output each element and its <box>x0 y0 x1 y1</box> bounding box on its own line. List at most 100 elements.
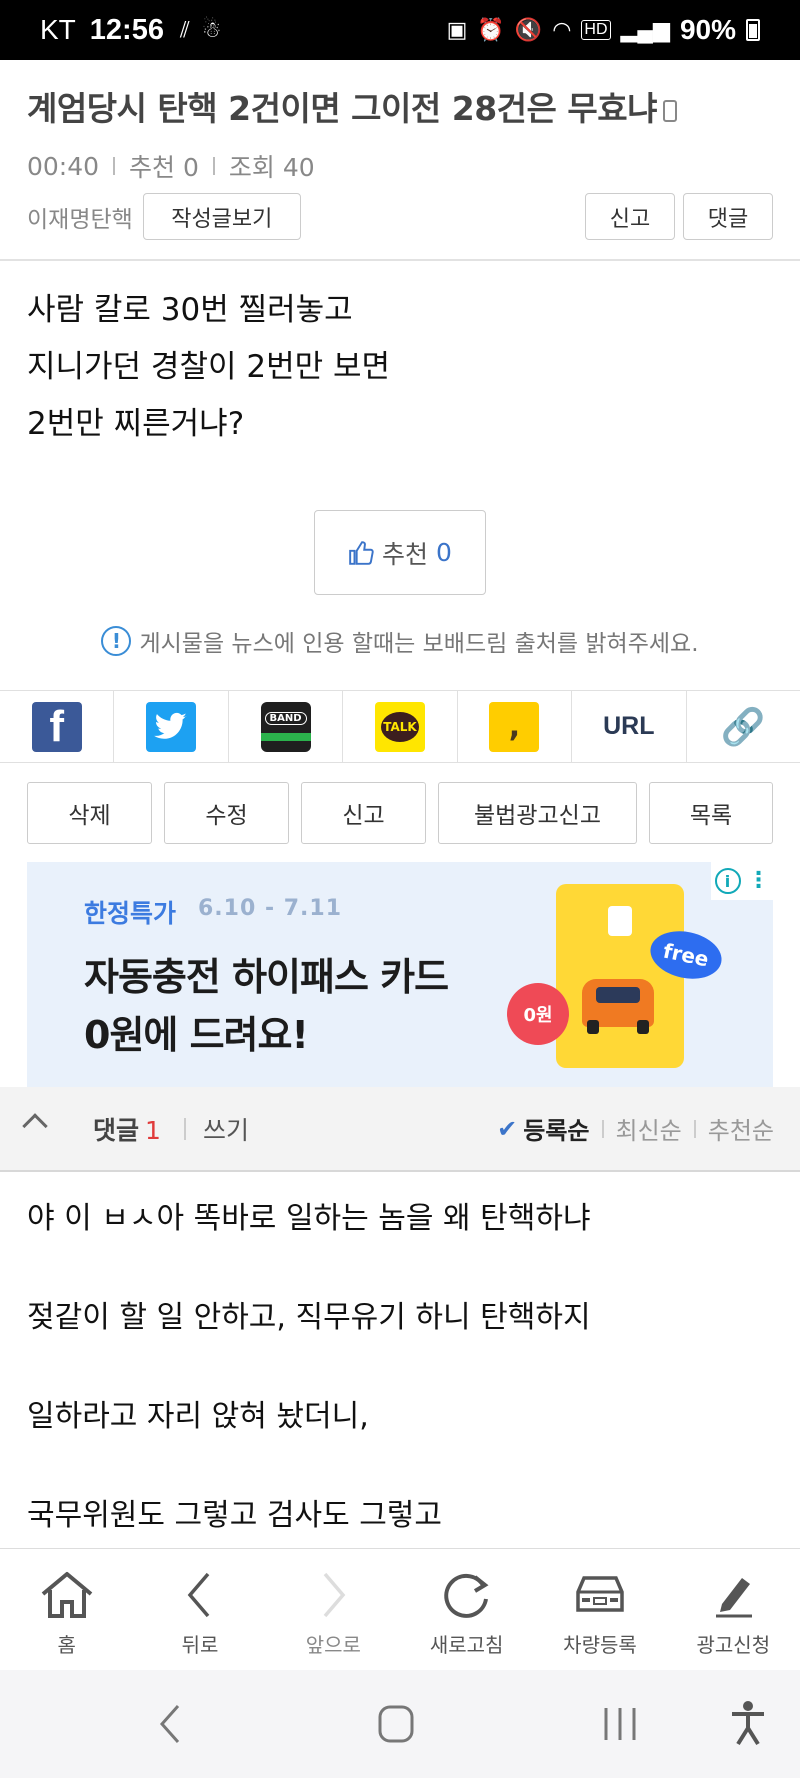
back-arrow-icon <box>172 1569 228 1621</box>
sort-registered[interactable]: 등록순 <box>523 1111 589 1146</box>
url-label: URL <box>603 712 655 740</box>
post-body: 사람 칼로 30번 찔러놓고 지니가던 경찰이 2번만 보면 2번만 찌른거냐? <box>27 282 390 453</box>
meta-divider <box>113 157 116 175</box>
post-meta: 00:40 추천 0 조회 40 <box>27 148 315 184</box>
comment-line: 일하라고 자리 앉혀 놨더니, <box>27 1399 369 1434</box>
ad-date: 6.10 - 7.11 <box>198 896 343 921</box>
nav-ad-apply[interactable]: 광고신청 <box>667 1549 800 1670</box>
thumbs-up-icon <box>349 540 374 565</box>
system-back-icon[interactable] <box>158 1704 182 1744</box>
kakaostory-icon: , <box>489 701 540 752</box>
nav-refresh-label: 새로고침 <box>429 1633 504 1657</box>
home-icon <box>39 1569 95 1621</box>
car-wheel <box>587 1020 599 1034</box>
comments-header: 댓글 1 쓰기 ✔ 등록순 최신순 추천순 <box>0 1087 800 1172</box>
clock: 12:56 <box>89 13 164 46</box>
share-url[interactable]: URL <box>572 691 687 762</box>
twitter-icon <box>146 701 197 752</box>
ad-tag: 한정특가 <box>84 899 177 928</box>
post-title-text: 계엄당시 탄핵 2건이면 그이전 28건은 무효냐 <box>27 89 657 128</box>
share-clip[interactable]: 🔗 <box>687 691 800 762</box>
post-title: 계엄당시 탄핵 2건이면 그이전 28건은 무효냐 <box>27 82 677 130</box>
alarm-icon: ⏰ <box>477 17 505 42</box>
system-home-icon[interactable] <box>377 1704 415 1744</box>
hipass-card-image <box>556 884 684 1068</box>
share-twitter[interactable] <box>114 691 229 762</box>
kakaotalk-icon: TALK <box>374 701 425 752</box>
comments-count: 1 <box>145 1115 161 1145</box>
write-comment-link[interactable]: 쓰기 <box>203 1111 249 1147</box>
checkmark-icon: ✔ <box>497 1114 518 1143</box>
app-notification-icon: ☃ <box>201 17 222 42</box>
view-author-posts-button[interactable]: 작성글보기 <box>142 193 301 240</box>
comment-jump-button[interactable]: 댓글 <box>683 193 773 240</box>
share-band[interactable]: BAND <box>229 691 344 762</box>
header-divider <box>0 259 800 261</box>
share-kakaostory[interactable]: , <box>458 691 573 762</box>
zero-won-badge: 0원 <box>507 983 569 1045</box>
ad-more-icon[interactable]: ⋮ <box>748 870 770 892</box>
comment-line: 야 이 ㅂㅅ아 똑바로 일하는 놈을 왜 탄핵하냐 <box>27 1201 591 1236</box>
system-recents-icon[interactable] <box>602 1704 638 1744</box>
signal-animation-icon: ⫽ <box>179 17 190 42</box>
recommend-button[interactable]: 추천 0 <box>314 510 486 595</box>
bottom-nav: 홈 뒤로 앞으로 새로고침 차량등록 광고신청 <box>0 1548 800 1670</box>
car-icon <box>572 1569 628 1621</box>
recommend-label: 추천 <box>382 539 429 569</box>
share-kakaotalk[interactable]: TALK <box>343 691 458 762</box>
sort-recommended[interactable]: 추천순 <box>708 1111 774 1146</box>
nav-vehicle-register[interactable]: 차량등록 <box>533 1549 666 1670</box>
band-icon: BAND <box>260 701 311 752</box>
sort-latest[interactable]: 최신순 <box>616 1111 682 1146</box>
forward-arrow-icon <box>305 1569 361 1621</box>
nav-vehicle-label: 차량등록 <box>563 1633 637 1657</box>
screenshot-icon: ▣ <box>446 17 468 42</box>
post-recommend-count: 추천 0 <box>129 153 199 182</box>
cell-signal-icon: ▂▄▆ <box>620 17 670 42</box>
car-wheel <box>637 1020 649 1034</box>
nav-refresh[interactable]: 새로고침 <box>400 1549 533 1670</box>
delete-button[interactable]: 삭제 <box>27 782 152 844</box>
citation-notice-text: 게시물을 뉴스에 인용 할때는 보배드림 출처를 밝혀주세요. <box>139 631 699 657</box>
nav-home[interactable]: 홈 <box>0 1549 133 1670</box>
talk-label: TALK <box>380 711 419 742</box>
author-name[interactable]: 이재명탄핵 <box>27 200 133 234</box>
accessibility-icon[interactable] <box>730 1700 766 1746</box>
report-button[interactable]: 신고 <box>585 193 675 240</box>
illegal-ad-report-button[interactable]: 불법광고신고 <box>438 782 637 844</box>
ad-headline-1: 자동충전 하이패스 카드 <box>84 955 449 999</box>
battery-icon <box>746 19 760 41</box>
comment-line: 젖같이 할 일 안하고, 직무유기 하니 탄핵하지 <box>27 1300 591 1335</box>
system-nav-bar <box>0 1670 800 1778</box>
post-body-line: 사람 칼로 30번 찔러놓고 <box>27 292 353 328</box>
info-icon: ! <box>101 626 132 656</box>
nav-back-label: 뒤로 <box>181 1633 219 1657</box>
hd-voice-icon: HD <box>581 20 611 40</box>
status-bar: KT 12:56 ⫽ ☃ ▣ ⏰ 🔇 ◠ HD ▂▄▆ 90% <box>0 0 800 60</box>
post-view-count: 조회 40 <box>228 153 315 182</box>
nav-home-label: 홈 <box>57 1633 76 1657</box>
nav-ad-apply-label: 광고신청 <box>696 1633 771 1657</box>
list-button[interactable]: 목록 <box>649 782 773 844</box>
comments-label: 댓글 1 <box>93 1115 161 1145</box>
nav-back[interactable]: 뒤로 <box>133 1549 266 1670</box>
paperclip-icon: 🔗 <box>720 706 766 748</box>
share-facebook[interactable]: f <box>0 691 115 762</box>
wifi-icon: ◠ <box>552 17 572 42</box>
ad-headline-2: 0원에 드려요! <box>84 1013 309 1057</box>
post-time: 00:40 <box>27 151 100 181</box>
battery-percent: 90% <box>679 14 736 45</box>
citation-notice: ! 게시물을 뉴스에 인용 할때는 보배드림 출처를 밝혀주세요. <box>0 624 800 658</box>
mute-icon: 🔇 <box>514 17 543 42</box>
recommend-count: 0 <box>436 538 452 567</box>
ad-banner[interactable]: 한정특가 6.10 - 7.11 자동충전 하이패스 카드 0원에 드려요! f… <box>27 862 773 1087</box>
nav-forward[interactable]: 앞으로 <box>267 1549 400 1670</box>
refresh-icon <box>439 1569 495 1621</box>
band-label: BAND <box>264 712 307 725</box>
report-post-button[interactable]: 신고 <box>301 782 426 844</box>
ad-info-icon[interactable]: i <box>714 868 741 894</box>
post-body-line: 2번만 찌른거냐? <box>27 406 245 442</box>
edit-button[interactable]: 수정 <box>164 782 289 844</box>
collapse-chevron-icon[interactable] <box>22 1113 48 1139</box>
ad-info-controls[interactable]: i ⋮ <box>711 862 773 900</box>
